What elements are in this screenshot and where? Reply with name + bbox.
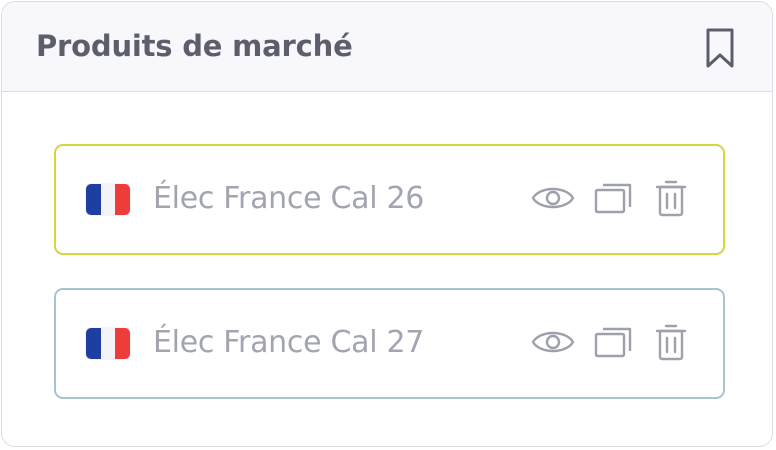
- trash-icon[interactable]: [649, 320, 695, 364]
- france-flag-icon: [86, 184, 130, 215]
- product-item[interactable]: Élec France Cal 27: [54, 288, 725, 399]
- copy-icon[interactable]: [591, 176, 637, 220]
- market-products-panel: Produits de marché Élec France Cal 26 Él…: [1, 1, 773, 447]
- product-item[interactable]: Élec France Cal 26: [54, 144, 725, 255]
- copy-icon[interactable]: [591, 320, 637, 364]
- bookmark-icon[interactable]: [700, 26, 740, 70]
- trash-icon[interactable]: [649, 176, 695, 220]
- france-flag-icon: [86, 328, 130, 359]
- product-label: Élec France Cal 26: [153, 181, 425, 216]
- panel-title: Produits de marché: [36, 29, 353, 63]
- product-label: Élec France Cal 27: [153, 325, 425, 360]
- eye-icon[interactable]: [530, 176, 576, 220]
- panel-header: Produits de marché: [2, 2, 772, 92]
- eye-icon[interactable]: [530, 320, 576, 364]
